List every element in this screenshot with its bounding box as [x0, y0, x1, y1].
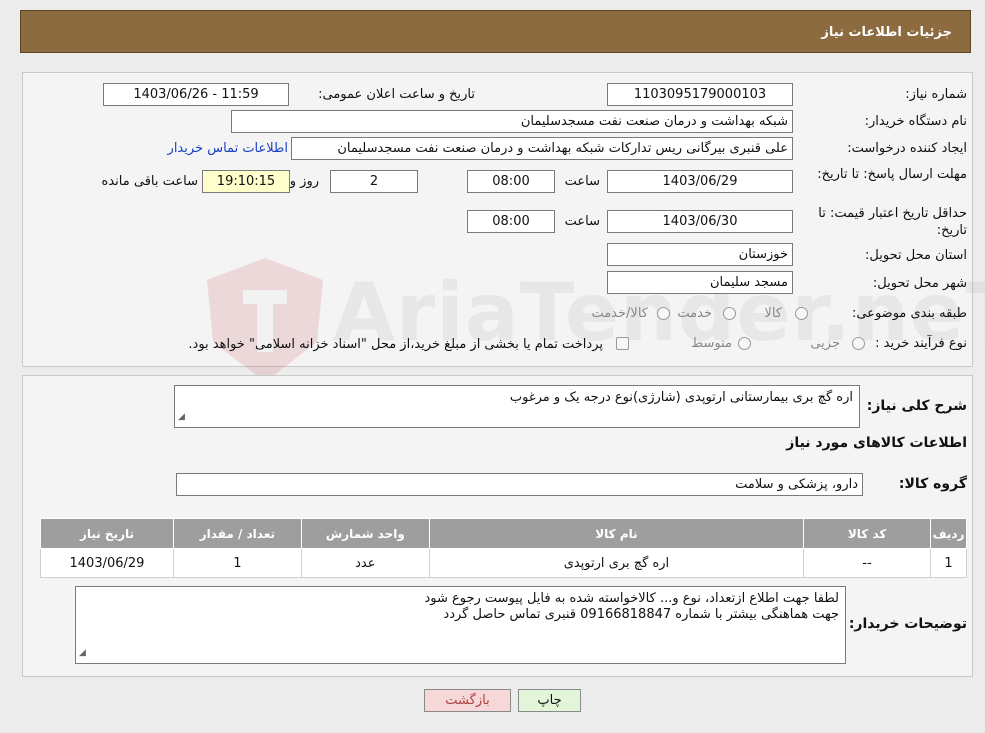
reply-time-label: ساعت: [564, 174, 600, 189]
buyer-notes-line-2: جهت هماهنگی بیشتر با شماره 09166818847 ق…: [443, 607, 839, 622]
process-radio-medium[interactable]: [738, 337, 751, 350]
process-label: نوع فرآیند خرید :: [875, 336, 967, 351]
cell-item-name: اره گچ بری ارتوپدی: [428, 548, 805, 578]
province-field: خوزستان: [607, 243, 793, 266]
reply-deadline-label: مهلت ارسال پاسخ: تا تاریخ:: [817, 167, 967, 182]
buyer-org-label: نام دستگاه خریدار:: [864, 114, 967, 129]
city-label: شهر محل تحویل:: [872, 276, 967, 291]
goods-group-label: گروه کالا:: [898, 476, 967, 492]
goods-table: ردیف کد کالا نام کالا واحد شمارش تعداد /…: [40, 518, 967, 578]
announce-field: 1403/06/26 - 11:59: [103, 83, 289, 106]
city-field: مسجد سلیمان: [607, 271, 793, 294]
goods-table-container: ردیف کد کالا نام کالا واحد شمارش تعداد /…: [40, 518, 967, 578]
buyer-notes-textarea: لطفا جهت اطلاع ازتعداد، نوع و... کالاخوا…: [75, 586, 846, 664]
goods-table-header-row: ردیف کد کالا نام کالا واحد شمارش تعداد /…: [40, 518, 967, 549]
need-number-label: شماره نیاز:: [905, 87, 967, 102]
table-row: 1 -- اره گچ بری ارتوپدی عدد 1 1403/06/29: [40, 548, 967, 578]
category-option-goods: کالا: [764, 306, 782, 321]
buyer-org-field: شبکه بهداشت و درمان صنعت نفت مسجدسلیمان: [231, 110, 793, 133]
reply-time-field: 08:00: [467, 170, 555, 193]
cell-need-date: 1403/06/29: [40, 548, 174, 578]
price-validity-label: حداقل تاریخ اعتبار قیمت: تا تاریخ:: [818, 206, 967, 238]
col-header-item-code: کد کالا: [803, 518, 932, 549]
province-label: استان محل تحویل:: [865, 248, 967, 263]
description-label: شرح کلی نیاز:: [866, 398, 967, 414]
description-textarea: اره گچ بری بیمارستانی ارتوپدی (شارژی)نوع…: [174, 385, 860, 428]
buyer-notes-label: توضیحات خریدار:: [848, 616, 967, 632]
cell-quantity: 1: [172, 548, 302, 578]
process-option-medium: متوسط: [691, 336, 732, 351]
goods-group-field: دارو، پزشکی و سلامت: [176, 473, 863, 496]
category-option-goods-service: کالا/خدمت: [591, 306, 648, 321]
category-radio-goods-service[interactable]: [657, 307, 670, 320]
resize-grip-icon[interactable]: ◢: [79, 645, 86, 661]
col-header-quantity: تعداد / مقدار: [172, 518, 302, 549]
col-header-need-date: تاریخ نیاز: [40, 518, 174, 549]
goods-section-title: اطلاعات کالاهای مورد نیاز: [786, 435, 967, 451]
cell-unit: عدد: [300, 548, 430, 578]
buyer-contact-link[interactable]: اطلاعات تماس خریدار: [168, 141, 288, 156]
col-header-item-name: نام کالا: [428, 518, 805, 549]
days-field: 2: [330, 170, 418, 193]
payment-checkbox[interactable]: [616, 337, 629, 350]
category-radio-goods[interactable]: [795, 307, 808, 320]
buyer-notes-line-1: لطفا جهت اطلاع ازتعداد، نوع و... کالاخوا…: [424, 591, 839, 606]
creator-field: علی قنبری بیرگانی ریس تدارکات شبکه بهداش…: [291, 137, 793, 160]
reply-date-field: 1403/06/29: [607, 170, 793, 193]
page-header: جزئیات اطلاعات نیاز: [20, 10, 971, 53]
process-option-minor: جزیی: [810, 336, 840, 351]
print-button[interactable]: چاپ: [518, 689, 581, 712]
category-radio-service[interactable]: [723, 307, 736, 320]
category-label: طبقه بندی موضوعی:: [851, 306, 967, 321]
col-header-unit: واحد شمارش: [300, 518, 430, 549]
payment-note: پرداخت تمام یا بخشی از مبلغ خرید،از محل …: [188, 337, 603, 352]
description-text: اره گچ بری بیمارستانی ارتوپدی (شارژی)نوع…: [509, 390, 853, 405]
process-radio-minor[interactable]: [852, 337, 865, 350]
price-date-field: 1403/06/30: [607, 210, 793, 233]
need-number-field: 1103095179000103: [607, 83, 793, 106]
cell-row-number: 1: [930, 548, 967, 578]
col-header-row-number: ردیف: [930, 518, 967, 549]
page-title: جزئیات اطلاعات نیاز: [821, 25, 952, 40]
category-option-service: خدمت: [677, 306, 712, 321]
announce-label: تاریخ و ساعت اعلان عمومی:: [318, 87, 475, 102]
price-time-label: ساعت: [564, 214, 600, 229]
cell-item-code: --: [803, 548, 932, 578]
back-button[interactable]: بازگشت: [424, 689, 511, 712]
remaining-label: ساعت باقی مانده: [101, 174, 198, 189]
price-time-field: 08:00: [467, 210, 555, 233]
creator-label: ایجاد کننده درخواست:: [847, 141, 967, 156]
resize-grip-icon[interactable]: ◢: [178, 409, 185, 425]
remaining-time-field: 19:10:15: [202, 170, 290, 193]
days-label: روز و: [289, 174, 319, 189]
